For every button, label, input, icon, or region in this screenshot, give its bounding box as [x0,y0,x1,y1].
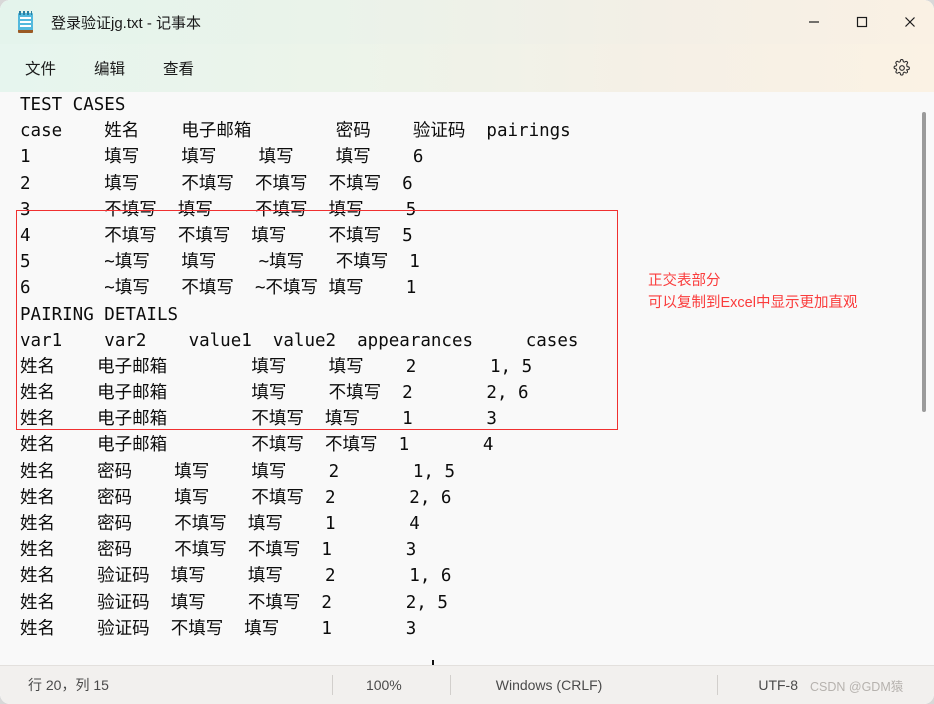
document-line: 姓名 电子邮箱 填写 填写 2 1, 5 [20,356,533,377]
title-bar: 登录验证jg.txt - 记事本 [0,0,934,44]
document-line: 姓名 密码 填写 不填写 2 2, 6 [20,487,452,508]
vertical-scrollbar[interactable] [918,98,930,658]
status-bar: 行 20，列 15 100% Windows (CRLF) UTF-8 CSDN… [0,665,934,704]
menu-item-file[interactable]: 文件 [15,51,66,85]
window-controls [790,0,934,44]
document-line: 6 ~填写 不填写 ~不填写 填写 1 [20,278,417,299]
minimize-icon[interactable] [790,0,838,44]
scrollbar-thumb[interactable] [922,112,926,412]
document-line: case 姓名 电子邮箱 密码 验证码 pairings [20,121,571,142]
status-divider [331,675,333,695]
window-title: 登录验证jg.txt - 记事本 [51,14,202,32]
maximize-icon[interactable] [838,0,886,44]
close-icon[interactable] [886,0,934,44]
document-line: 姓名 验证码 填写 不填写 2 2, 5 [20,592,448,613]
document-line: 姓名 电子邮箱 填写 不填写 2 2, 6 [20,383,529,404]
document-line: 1 填写 填写 填写 填写 6 [20,147,424,168]
text-editor-area[interactable]: TEST CASES case 姓名 电子邮箱 密码 验证码 pairings 1 … [0,92,934,665]
annotation-note: 正交表部分 可以复制到Excel中显示更加直观 [648,270,857,314]
annotation-line-1: 正交表部分 [648,273,721,289]
document-line: 2 填写 不填写 不填写 不填写 6 [20,173,413,194]
menu-item-edit[interactable]: 编辑 [84,51,135,85]
document-line: PAIRING DETAILS [20,304,179,325]
document-line: 姓名 验证码 不填写 填写 1 3 [20,618,417,639]
status-divider [449,675,451,695]
document-line: 姓名 验证码 填写 填写 2 1, 6 [20,566,452,587]
status-zoom-level[interactable]: 100% [366,677,402,693]
gear-icon[interactable] [886,52,918,84]
notepad-window: 登录验证jg.txt - 记事本 文件 编辑 查看 TEST CASES case [0,0,934,704]
watermark: CSDN @GDM猿 [810,679,904,694]
document-line: 姓名 密码 填写 填写 2 1, 5 [20,461,456,482]
document-line: var1 var2 value1 value2 appearances case… [20,330,579,351]
document-line: 4 不填写 不填写 填写 不填写 5 [20,225,413,246]
document-line: 姓名 电子邮箱 不填写 不填写 1 4 [20,435,494,456]
document-line: 姓名 电子邮箱 不填写 填写 1 3 [20,409,497,430]
notepad-icon [15,10,37,34]
menu-item-view[interactable]: 查看 [153,51,204,85]
document-line: 3 不填写 填写 不填写 填写 5 [20,199,417,220]
status-encoding[interactable]: UTF-8 [758,677,798,693]
status-cursor-position: 行 20，列 15 [28,677,109,693]
document-line: 姓名 密码 不填写 不填写 1 3 [20,540,417,561]
document-line: 5 ~填写 填写 ~填写 不填写 1 [20,252,420,273]
document-text[interactable]: TEST CASES case 姓名 电子邮箱 密码 验证码 pairings 1 … [20,92,578,642]
document-line: TEST CASES [20,95,126,115]
status-divider [717,675,719,695]
annotation-line-2: 可以复制到Excel中显示更加直观 [648,295,858,311]
document-line: 姓名 密码 不填写 填写 1 4 [20,514,420,534]
menu-bar: 文件 编辑 查看 [0,44,934,92]
status-line-ending[interactable]: Windows (CRLF) [496,677,603,693]
